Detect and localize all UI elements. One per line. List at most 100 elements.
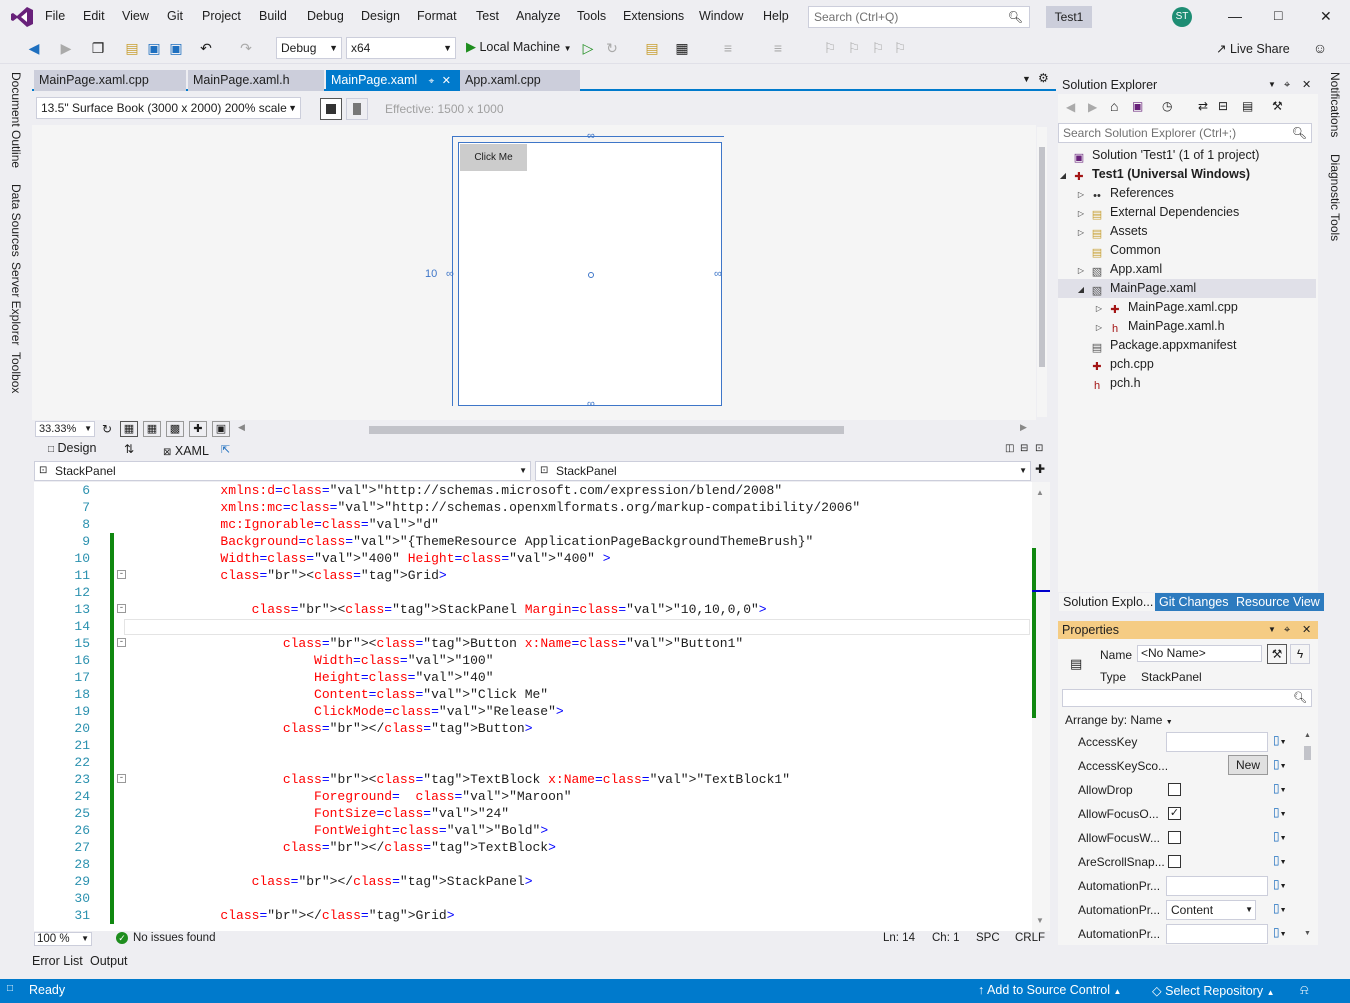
property-checkbox[interactable]	[1168, 831, 1181, 844]
close-tab-icon[interactable]: ✕	[442, 75, 451, 87]
code-line[interactable]: 8 mc:Ignorable=class="val">"d"	[34, 516, 1032, 533]
layout-icon[interactable]: ▦	[674, 40, 690, 56]
tab-git-changes[interactable]: Git Changes	[1155, 593, 1233, 611]
add-to-source-control-button[interactable]: ↑ Add to Source Control ▲	[978, 983, 1121, 997]
tab-app-xaml-cpp[interactable]: App.xaml.cpp	[460, 70, 580, 91]
code-line[interactable]: 9 Background=class="val">"{ThemeResource…	[34, 533, 1032, 550]
snap-grid-icon[interactable]: ▦	[143, 421, 161, 437]
comment-icon[interactable]: ≡	[720, 40, 736, 56]
gear-icon[interactable]: ⚙	[1038, 71, 1049, 85]
line-ending-indicator[interactable]: CRLF	[1015, 932, 1045, 944]
live-share-button[interactable]: ↗ Live Share	[1216, 41, 1290, 56]
menu-test[interactable]: Test	[476, 9, 499, 23]
solution-node[interactable]: ▣ Solution 'Test1' (1 of 1 project)	[1054, 146, 1260, 165]
pending-changes-icon[interactable]: ◷	[1162, 99, 1172, 113]
scroll-down-icon[interactable]: ▼	[1036, 916, 1044, 925]
redo-icon[interactable]: ↷	[238, 40, 254, 56]
editor-zoom-select[interactable]: 100 % ▼	[34, 932, 92, 946]
app-xaml-node[interactable]: ▷ ▧ App.xaml	[1072, 260, 1162, 279]
editor-vertical-scrollbar[interactable]: ▲ ▼	[1032, 482, 1050, 931]
code-line[interactable]: 12	[34, 584, 1032, 601]
property-marker-icon[interactable]: ▯▼	[1273, 733, 1287, 747]
menu-analyze[interactable]: Analyze	[516, 9, 560, 23]
menu-extensions[interactable]: Extensions	[623, 9, 684, 23]
xaml-code-editor[interactable]: 6 xmlns:d=class="val">"http://schemas.mi…	[34, 482, 1032, 931]
home-icon[interactable]: ⌂	[1110, 98, 1118, 114]
tab-error-list[interactable]: Error List	[32, 954, 83, 968]
expand-toggle-icon[interactable]: ▷	[1072, 223, 1090, 242]
pch-h-node[interactable]: h pch.h	[1072, 374, 1141, 393]
assets-node[interactable]: ▷ ▤ Assets	[1072, 222, 1148, 241]
properties-search-input[interactable]: 🔍︎	[1062, 689, 1312, 707]
tab-xaml[interactable]: ⊠ XAML	[163, 444, 209, 458]
swap-panes-icon[interactable]: ⇅	[124, 442, 134, 456]
tab-server-explorer[interactable]: Server Explorer	[9, 262, 23, 345]
scroll-up-icon[interactable]: ▲	[1304, 732, 1311, 739]
tab-mainpage-xaml-cpp[interactable]: MainPage.xaml.cpp	[34, 70, 186, 91]
clear-bookmarks-icon[interactable]: ⚐	[892, 40, 908, 56]
device-select[interactable]: 13.5" Surface Book (3000 x 2000) 200% sc…	[36, 97, 301, 119]
zoom-select[interactable]: 33.33% ▼	[35, 421, 95, 437]
menu-file[interactable]: File	[45, 9, 65, 23]
menu-window[interactable]: Window	[699, 9, 743, 23]
code-line[interactable]: 17 Height=class="val">"40"	[34, 669, 1032, 686]
tab-mainpage-xaml-h[interactable]: MainPage.xaml.h	[188, 70, 324, 91]
save-icon[interactable]: ▣	[146, 40, 162, 56]
split-editor-icon[interactable]: ✚	[1035, 462, 1045, 476]
solution-name-badge[interactable]: Test1	[1046, 6, 1092, 28]
code-line[interactable]: 26 FontWeight=class="val">"Bold">	[34, 822, 1032, 839]
property-marker-icon[interactable]: ▯▼	[1273, 829, 1287, 843]
notification-bell-icon[interactable]: ⍾	[1300, 982, 1309, 998]
code-line[interactable]: 23 - class="br"><class="tag">TextBlock x:…	[34, 771, 1032, 788]
code-line[interactable]: 31 class="br"></class="tag">Grid>	[34, 907, 1032, 924]
fold-toggle-icon[interactable]: -	[117, 604, 126, 613]
next-bookmark-icon[interactable]: ⚐	[870, 40, 886, 56]
solution-search-input[interactable]: Search Solution Explorer (Ctrl+;) 🔍︎	[1058, 123, 1312, 143]
menu-project[interactable]: Project	[202, 9, 241, 23]
properties-scroll-thumb[interactable]	[1304, 746, 1311, 760]
property-marker-icon[interactable]: ▯▼	[1273, 781, 1287, 795]
horizontal-split-icon[interactable]: ⊟	[1020, 443, 1028, 454]
code-line[interactable]: 27 class="br"></class="tag">TextBlock>	[34, 839, 1032, 856]
prev-bookmark-icon[interactable]: ⚐	[846, 40, 862, 56]
events-lightning-icon[interactable]: ϟ	[1290, 644, 1310, 664]
tab-mainpage-xaml[interactable]: MainPage.xaml ⌖ ✕	[326, 70, 460, 91]
code-line[interactable]: 10 Width=class="val">"400" Height=class=…	[34, 550, 1032, 567]
properties-wrench-icon[interactable]: ⚒	[1267, 644, 1287, 664]
expand-toggle-icon[interactable]: ▷	[1072, 185, 1090, 204]
collapse-all-icon[interactable]: ⊟	[1218, 99, 1228, 113]
portrait-orientation-button[interactable]	[346, 98, 368, 120]
property-marker-icon[interactable]: ▯▼	[1273, 805, 1287, 819]
code-line[interactable]: 29 class="br"></class="tag">StackPanel>	[34, 873, 1032, 890]
chevron-down-icon[interactable]: ▼	[1268, 76, 1276, 94]
external-dependencies-node[interactable]: ▷ ▤ External Dependencies	[1072, 203, 1239, 222]
indent-icon[interactable]: ≡	[770, 40, 786, 56]
expand-toggle-icon[interactable]: ◢	[1054, 166, 1072, 185]
configuration-select[interactable]: Debug ▼	[276, 37, 342, 59]
fold-toggle-icon[interactable]: -	[117, 774, 126, 783]
code-line[interactable]: 19 ClickMode=class="val">"Release">	[34, 703, 1032, 720]
pin-icon[interactable]: ⌖	[429, 76, 435, 87]
expand-toggle-icon[interactable]: ▷	[1072, 261, 1090, 280]
code-line[interactable]: 30	[34, 890, 1032, 907]
references-node[interactable]: ▷ •• References	[1072, 184, 1174, 203]
browse-folder-icon[interactable]: ▤	[644, 40, 660, 56]
landscape-orientation-button[interactable]	[320, 98, 342, 120]
project-code-icon[interactable]: ▣	[212, 421, 230, 437]
undo-icon[interactable]: ↶	[198, 40, 214, 56]
menu-format[interactable]: Format	[417, 9, 457, 23]
canvas-vertical-scrollbar[interactable]	[1037, 127, 1047, 417]
member-scope-select[interactable]: ⊡ StackPanel ▼	[535, 461, 1031, 481]
properties-scrollbar[interactable]: ▲ ▼	[1303, 732, 1313, 942]
sync-icon[interactable]: ⇄	[1198, 99, 1208, 113]
code-line[interactable]: 18 Content=class="val">"Click Me"	[34, 686, 1032, 703]
code-line[interactable]: 16 Width=class="val">"100"	[34, 652, 1032, 669]
pin-icon[interactable]: ⌖	[1284, 76, 1290, 94]
preview-button[interactable]: Click Me	[460, 144, 527, 171]
scroll-left-icon[interactable]: ◀	[238, 422, 245, 433]
code-line[interactable]: 25 FontSize=class="val">"24"	[34, 805, 1032, 822]
property-input[interactable]	[1166, 924, 1268, 944]
code-line[interactable]: 28	[34, 856, 1032, 873]
close-icon[interactable]: ✕	[1302, 76, 1311, 94]
bookmark-icon[interactable]: ⚐	[822, 40, 838, 56]
